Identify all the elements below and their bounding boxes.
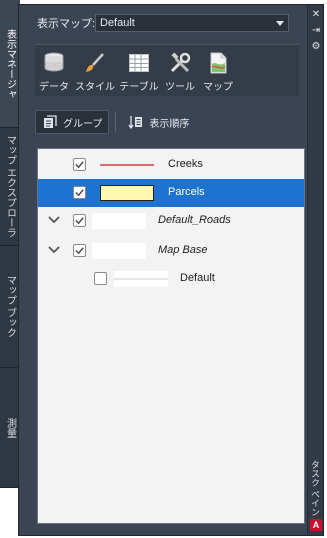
divider xyxy=(115,112,117,132)
task-pane-label: タスク ペイン xyxy=(310,460,320,517)
layer-row-creeks[interactable]: Creeks xyxy=(38,151,304,179)
display-map-dropdown[interactable]: Default xyxy=(95,14,289,32)
map-icon xyxy=(210,52,227,74)
draw-order-label: 表示順序 xyxy=(149,118,190,130)
tab-display-manager-label: 表示マネージャ xyxy=(4,28,16,99)
group-icon xyxy=(44,115,57,128)
main-toolbar: データ スタイル テーブル ツール マップ xyxy=(35,44,299,96)
tools-button-label: ツール xyxy=(165,82,195,93)
chevron-down-icon xyxy=(276,21,284,26)
style-button-label: スタイル xyxy=(75,82,115,93)
group-view-button[interactable]: グループ xyxy=(35,110,110,134)
tab-map-explorer[interactable]: マップ エクスプローラ xyxy=(0,128,20,246)
close-icon[interactable]: ✕ xyxy=(310,9,322,21)
left-tab-strip: 表示マネージャ マップ エクスプローラ マップ ブック 測量 xyxy=(0,0,20,488)
style-button[interactable]: スタイル xyxy=(73,45,117,97)
display-manager-panel: 表示マップ: Default データ スタイル テーブル ツール マップ グルー… xyxy=(18,4,324,536)
layer-style-swatch xyxy=(100,157,154,173)
layer-style-swatch xyxy=(100,185,154,201)
layer-name: Default_Roads xyxy=(158,214,231,226)
layer-visibility-checkbox[interactable] xyxy=(73,244,86,257)
layer-visibility-checkbox[interactable] xyxy=(73,214,86,227)
draw-order-icon xyxy=(128,116,143,130)
display-map-label: 表示マップ: xyxy=(37,18,96,30)
tab-survey[interactable]: 測量 xyxy=(0,368,20,488)
map-button[interactable]: マップ xyxy=(199,45,237,97)
layer-visibility-checkbox[interactable] xyxy=(73,158,86,171)
tab-map-explorer-label: マップ エクスプローラ xyxy=(4,135,16,238)
layer-row-default[interactable]: Default xyxy=(38,265,304,293)
layer-visibility-checkbox[interactable] xyxy=(73,186,86,199)
task-pane-bar: ✕ ⇥ ⚙ タスク ペイン A xyxy=(307,5,323,535)
view-mode-row: グループ 表示順序 xyxy=(35,110,195,134)
table-icon xyxy=(129,54,149,72)
layer-name: Map Base xyxy=(158,244,208,256)
checkmark-icon xyxy=(75,247,84,255)
display-map-value: Default xyxy=(100,17,135,29)
draw-order-button[interactable]: 表示順序 xyxy=(122,110,195,134)
layer-row-parcels[interactable]: Parcels xyxy=(38,179,304,207)
data-button[interactable]: データ xyxy=(35,45,73,97)
layer-row-map-base[interactable]: Map Base xyxy=(38,237,304,265)
tools-button[interactable]: ツール xyxy=(161,45,199,97)
tools-icon xyxy=(170,52,191,73)
database-icon xyxy=(44,52,64,72)
tab-display-manager[interactable]: 表示マネージャ xyxy=(0,0,20,128)
table-button[interactable]: テーブル xyxy=(117,45,161,97)
layer-visibility-checkbox[interactable] xyxy=(94,272,107,285)
tab-survey-label: 測量 xyxy=(4,417,16,438)
tab-map-book-label: マップ ブック xyxy=(4,275,16,338)
layer-name: Default xyxy=(180,272,215,284)
layer-style-swatch xyxy=(92,243,146,259)
chevron-down-icon[interactable] xyxy=(48,215,60,225)
properties-icon[interactable]: ⚙ xyxy=(310,41,322,53)
layer-list: Creeks Parcels Default_Roads Map Base De… xyxy=(37,148,305,524)
display-map-row: 表示マップ: xyxy=(37,14,99,32)
checkmark-icon xyxy=(75,161,84,169)
tab-map-book[interactable]: マップ ブック xyxy=(0,246,20,368)
group-view-label: グループ xyxy=(63,118,103,130)
chevron-down-icon[interactable] xyxy=(48,245,60,255)
checkmark-icon xyxy=(75,189,84,197)
layer-name: Parcels xyxy=(168,186,205,198)
autocad-logo-icon: A xyxy=(310,519,322,531)
layer-row-default-roads[interactable]: Default_Roads xyxy=(38,207,304,235)
layer-name: Creeks xyxy=(168,158,203,170)
checkmark-icon xyxy=(75,217,84,225)
paintbrush-icon xyxy=(86,53,104,72)
auto-hide-icon[interactable]: ⇥ xyxy=(310,25,322,37)
table-button-label: テーブル xyxy=(119,82,159,93)
layer-style-swatch xyxy=(114,271,168,287)
data-button-label: データ xyxy=(39,82,69,93)
map-button-label: マップ xyxy=(203,82,233,93)
layer-style-swatch xyxy=(92,213,146,229)
